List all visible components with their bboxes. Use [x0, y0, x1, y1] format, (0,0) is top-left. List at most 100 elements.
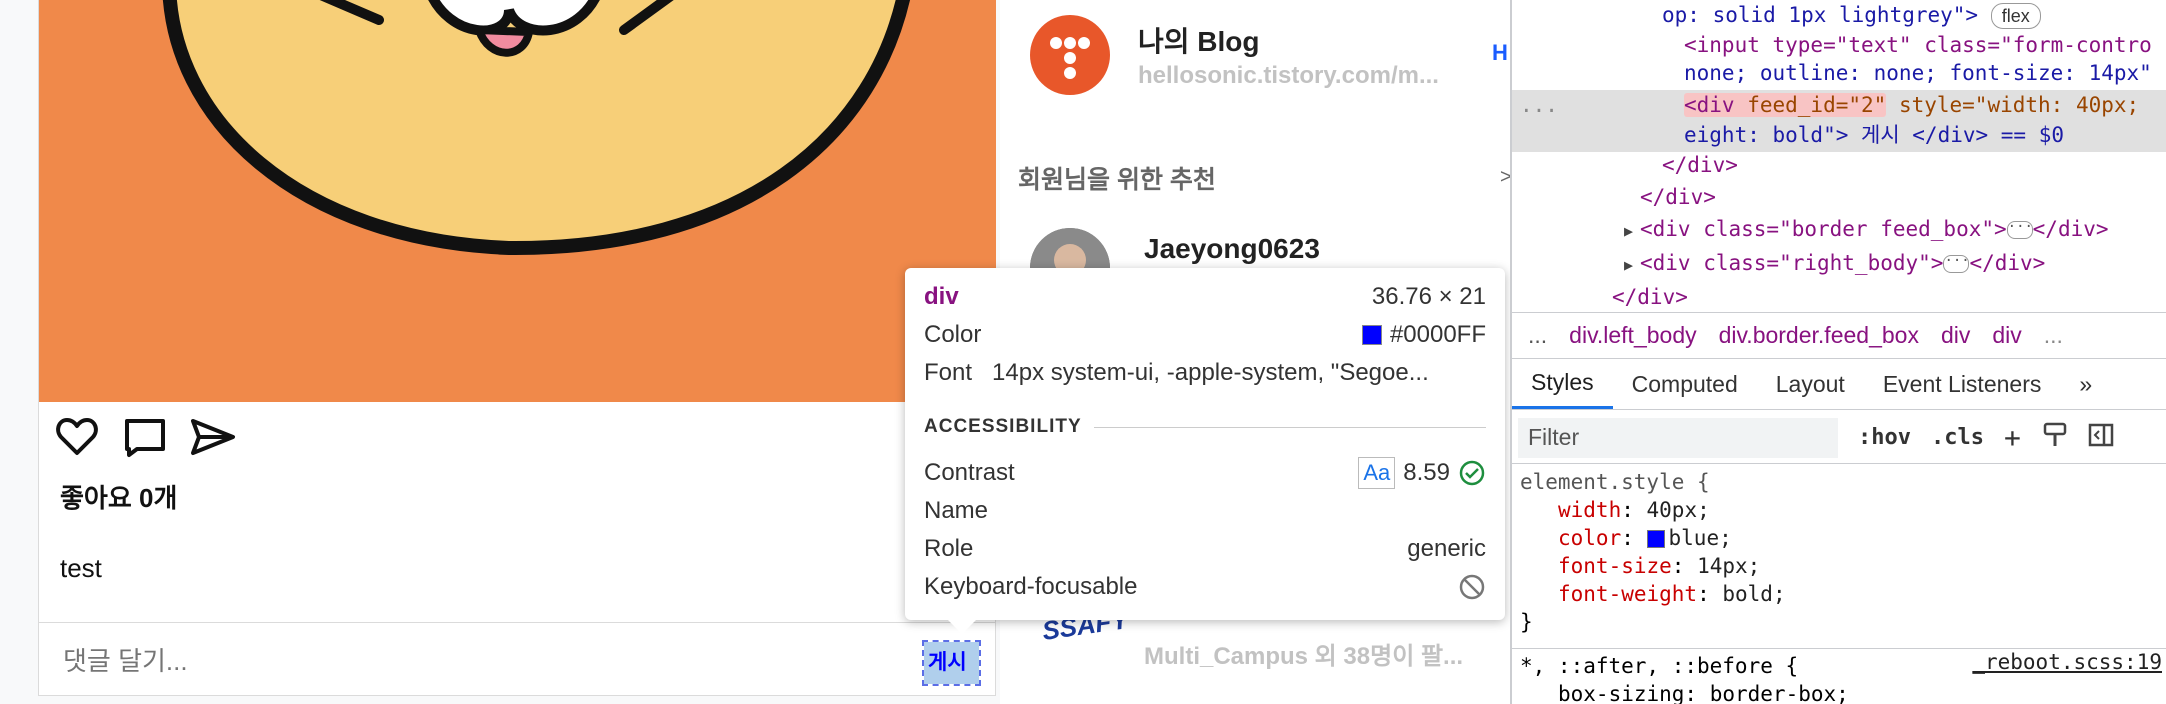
dom-line-selected[interactable]: <div feed_id="2" style="width: 40px; [1684, 90, 2139, 120]
recommend-user-name[interactable]: Jaeyong0623 [1144, 233, 1320, 265]
sidebar-toggle-icon[interactable] [2087, 421, 2115, 455]
tab-layout[interactable]: Layout [1757, 359, 1864, 409]
property-name: font-size [1558, 554, 1672, 578]
property-value: 14px; [1697, 554, 1761, 578]
tooltip-header: div 36.76 × 21 [924, 280, 1486, 314]
feed-image [39, 0, 996, 402]
dom-line[interactable]: ▶ <div class="right_body">···</div> [1624, 248, 2045, 278]
tooltip-color-row: Color #0000FF [924, 318, 1486, 352]
web-page: 좋아요 0개 test 게시 나의 Blog hellosonic.tistor… [0, 0, 1512, 704]
expand-triangle-icon[interactable]: ▶ [1624, 216, 1640, 246]
style-close-brace: } [1520, 610, 1533, 634]
tooltip-color-label: Color [924, 321, 982, 348]
tooltip-contrast-value: 8.59 [1403, 459, 1450, 486]
dom-line[interactable]: op: solid 1px lightgrey"> flex [1662, 0, 2041, 30]
dom-tag: <div class="right_body"> [1640, 251, 1944, 275]
breadcrumb-item[interactable]: div [1941, 322, 1970, 349]
dom-line[interactable]: </div> [1640, 182, 1716, 212]
property-value: bold; [1722, 582, 1786, 606]
check-circle-icon [1458, 459, 1486, 487]
comment-icon[interactable] [121, 413, 169, 461]
tooltip-kbd-label: Keyboard-focusable [924, 573, 1138, 600]
dom-line[interactable]: ▶ <div class="border feed_box">···</div> [1624, 214, 2109, 244]
property-value: 40px; [1646, 498, 1710, 522]
breadcrumb-item[interactable]: ... [2044, 322, 2063, 349]
property-name: color [1558, 526, 1622, 550]
tooltip-contrast-label: Contrast [924, 459, 1015, 486]
flex-badge[interactable]: flex [1990, 3, 2041, 29]
cls-button[interactable]: .cls [1931, 425, 1984, 450]
side-mark: H [1492, 40, 1508, 65]
paint-icon[interactable] [2041, 421, 2069, 455]
add-rule-button[interactable]: + [2004, 421, 2021, 454]
devtools-tabs: Styles Computed Layout Event Listeners » [1512, 358, 2166, 410]
heart-icon[interactable] [53, 413, 101, 461]
ellipsis-badge[interactable]: ··· [1943, 254, 1970, 273]
tab-computed[interactable]: Computed [1613, 359, 1757, 409]
dom-line[interactable]: </div> [1612, 282, 1688, 310]
property-name: font-weight [1558, 582, 1698, 606]
hov-button[interactable]: :hov [1858, 425, 1911, 450]
send-icon[interactable] [189, 413, 237, 461]
divider [1512, 648, 2166, 649]
comment-row: 게시 [39, 622, 996, 696]
inspect-tooltip: div 36.76 × 21 Color #0000FF Font 14px s… [905, 268, 1505, 634]
more-tabs-chevron-icon[interactable]: » [2060, 359, 2111, 409]
tooltip-tag: div [924, 283, 959, 310]
style-property[interactable]: color: blue; [1558, 524, 1732, 552]
style-property[interactable]: font-weight: bold; [1558, 580, 1786, 608]
dom-tag: <div [1684, 93, 1748, 117]
dom-tree: op: solid 1px lightgrey"> flex <input ty… [1512, 0, 2166, 310]
tooltip-kbd-row: Keyboard-focusable [924, 570, 1486, 604]
source-link[interactable]: _reboot.scss:19 [1972, 650, 2162, 674]
filter-input[interactable] [1518, 417, 1838, 458]
tooltip-role-value: generic [1407, 535, 1486, 562]
blog-title[interactable]: 나의 Blog [1138, 20, 1260, 60]
breadcrumb: ... div.left_body div.border.feed_box di… [1512, 312, 2166, 358]
tooltip-color-value: #0000FF [1389, 321, 1486, 348]
divider [1093, 426, 1486, 428]
comment-input[interactable] [63, 641, 883, 681]
style-property[interactable]: box-sizing: border-box; [1558, 680, 1849, 704]
blog-logo[interactable] [1030, 15, 1110, 95]
breadcrumb-item[interactable]: div [1992, 322, 2021, 349]
breadcrumb-item[interactable]: ... [1528, 322, 1547, 349]
blog-url[interactable]: hellosonic.tistory.com/m... [1138, 62, 1468, 90]
dom-line[interactable]: <input type="text" class="form-contro [1684, 30, 2152, 60]
property-name: width [1558, 498, 1622, 522]
tab-styles[interactable]: Styles [1512, 359, 1613, 409]
tooltip-name-row: Name [924, 494, 1486, 528]
dom-line[interactable]: eight: bold"> 게시 </div> == $0 [1684, 120, 2064, 150]
dom-tag: </div> [1969, 251, 2046, 275]
tooltip-section-row: ACCESSIBILITY [924, 410, 1486, 444]
color-swatch[interactable] [1646, 530, 1665, 548]
tooltip-role-row: Role generic [924, 532, 1486, 566]
tooltip-font-row: Font 14px system-ui, -apple-system, "Seg… [924, 356, 1486, 390]
style-selector[interactable]: *, ::after, ::before { [1520, 652, 1798, 680]
style-property[interactable]: font-size: 14px; [1558, 552, 1760, 580]
post-button[interactable]: 게시 [922, 640, 981, 686]
tab-event-listeners[interactable]: Event Listeners [1864, 359, 2061, 409]
color-swatch [1361, 325, 1382, 345]
tooltip-font-label: Font [924, 359, 973, 386]
recommend-user-subtitle: Multi_Campus 외 38명이 팔... [1144, 643, 1464, 670]
devtools-panel: op: solid 1px lightgrey"> flex <input ty… [1510, 0, 2166, 704]
dom-attr: feed_id="2" [1747, 93, 1887, 117]
breadcrumb-item[interactable]: div.border.feed_box [1719, 322, 1919, 349]
feed-actions [53, 412, 237, 462]
property-value: blue; [1668, 526, 1732, 550]
dom-line[interactable]: </div> [1662, 150, 1738, 180]
tooltip-role-label: Role [924, 535, 974, 562]
node-menu-dots[interactable]: ... [1520, 90, 1558, 120]
ellipsis-badge[interactable]: ··· [2006, 220, 2033, 239]
tooltip-size: 36.76 × 21 [1371, 283, 1486, 310]
tooltip-section-title: ACCESSIBILITY [924, 416, 1082, 437]
aa-badge: Aa [1358, 457, 1396, 489]
feed-caption: test [60, 553, 102, 583]
expand-triangle-icon[interactable]: ▶ [1624, 250, 1640, 280]
style-selector[interactable]: element.style { [1520, 468, 1710, 496]
dom-tag: </div> [2032, 217, 2109, 241]
dom-line[interactable]: none; outline: none; font-size: 14px" [1684, 58, 2152, 88]
breadcrumb-item[interactable]: div.left_body [1569, 322, 1696, 349]
style-property[interactable]: width: 40px; [1558, 496, 1710, 524]
